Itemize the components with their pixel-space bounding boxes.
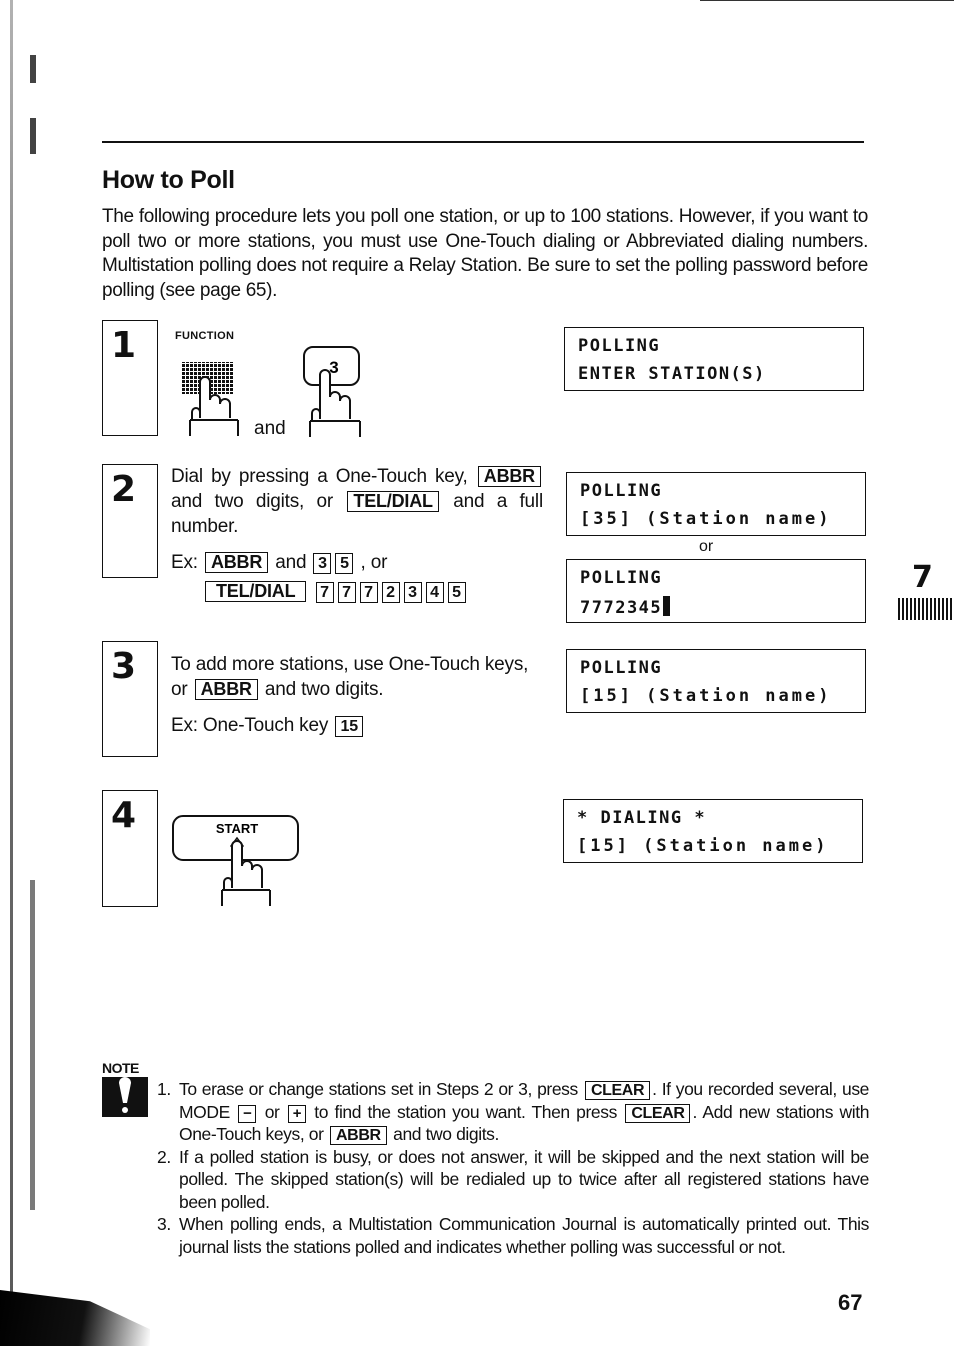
- scan-rule: [700, 0, 954, 1]
- step-3-instructions: To add more stations, use One-Touch keys…: [171, 652, 543, 702]
- key-3-press-icon: 3: [303, 346, 361, 437]
- step-2-example-abbr: Ex: ABBR and 35 , or: [171, 550, 387, 575]
- digit-key: 7: [359, 582, 378, 603]
- function-key-press-icon: [182, 362, 239, 436]
- step-1-number: 1: [111, 325, 137, 366]
- lcd-line-1: POLLING: [580, 658, 663, 678]
- lcd-display-step-1: POLLING ENTER STATION(S): [564, 327, 864, 391]
- abbr-key: ABBR: [477, 466, 541, 487]
- step-2-text: Dial by pressing a One-Touch key,: [171, 466, 468, 487]
- note-text: and two digits.: [393, 1124, 499, 1144]
- step-2-box: 2: [102, 464, 158, 578]
- scan-mark: [30, 880, 35, 1210]
- page-title: How to Poll: [102, 166, 235, 194]
- digit-key: 7: [337, 582, 356, 603]
- page-number: 67: [838, 1290, 863, 1315]
- note-item-number: 2.: [157, 1146, 171, 1167]
- intro-paragraph: The following procedure lets you poll on…: [102, 206, 868, 301]
- step-3-box: 3: [102, 641, 158, 757]
- digit-key: 5: [335, 553, 354, 574]
- scan-mark: [30, 55, 36, 83]
- note-item-number: 1.: [157, 1079, 171, 1099]
- chapter-number: 7: [912, 560, 933, 595]
- clear-key: CLEAR: [625, 1103, 691, 1123]
- note-label: NOTE: [102, 1060, 139, 1076]
- note-item-number: 3.: [157, 1214, 171, 1234]
- and-label: and: [254, 418, 286, 439]
- chapter-tab-marker: [898, 598, 954, 620]
- or-label: or: [699, 538, 714, 555]
- lcd-display-step-2a: POLLING [35] (Station name): [566, 472, 866, 536]
- tel-dial-key: TEL/DIAL: [205, 581, 307, 602]
- lcd-line-1: POLLING: [580, 481, 663, 501]
- note-item: 2. If a polled station is busy, or does …: [155, 1146, 869, 1214]
- abbr-key: ABBR: [194, 679, 258, 700]
- note-text: to find the station you want. Then press: [314, 1101, 617, 1122]
- abbr-key: ABBR: [330, 1126, 387, 1145]
- start-key-press-icon: START: [172, 815, 299, 906]
- lcd-number: 7772345: [580, 598, 663, 618]
- lcd-line-2: [15] (Station name): [580, 686, 832, 706]
- note-list: 1. To erase or change stations set in St…: [155, 1078, 869, 1258]
- section-rule: [102, 141, 864, 143]
- lcd-line-1: POLLING: [578, 336, 661, 356]
- binding-edge: [10, 0, 13, 1346]
- example-label: Ex:: [171, 552, 198, 573]
- lcd-cursor: [663, 596, 671, 616]
- lcd-display-step-4: * DIALING * [15] (Station name): [563, 799, 863, 863]
- step-3-number: 3: [111, 646, 137, 687]
- start-key-label: START: [216, 821, 258, 836]
- note-text: or: [264, 1101, 280, 1122]
- example-label: Ex: One-Touch key: [171, 715, 329, 736]
- binding-shadow: [0, 1290, 150, 1346]
- digit-key: 3: [403, 582, 422, 603]
- scan-mark: [30, 118, 36, 154]
- note-item: 1. To erase or change stations set in St…: [155, 1078, 869, 1146]
- step-4-box: 4: [102, 790, 158, 907]
- step-3-example: Ex: One-Touch key 15: [171, 713, 365, 738]
- lcd-display-step-3: POLLING [15] (Station name): [566, 649, 866, 713]
- step-2-number: 2: [111, 469, 137, 510]
- note-item: 3. When polling ends, a Multistation Com…: [155, 1213, 869, 1258]
- step-4-number: 4: [111, 795, 137, 836]
- digit-key: 2: [381, 582, 400, 603]
- lcd-line-2: 7772345: [580, 596, 671, 618]
- lcd-line-2: [15] (Station name): [577, 836, 829, 856]
- tel-dial-key: TEL/DIAL: [347, 491, 439, 512]
- or-label: , or: [360, 552, 388, 573]
- plus-key: +: [287, 1104, 306, 1123]
- lcd-line-1: POLLING: [580, 568, 663, 588]
- lcd-line-2: [35] (Station name): [580, 509, 832, 529]
- and-label: and: [275, 552, 307, 573]
- step-2-instructions: Dial by pressing a One-Touch key, ABBR a…: [171, 464, 543, 539]
- function-key-label: FUNCTION: [175, 330, 235, 342]
- lcd-line-2: ENTER STATION(S): [578, 364, 766, 384]
- clear-key: CLEAR: [585, 1081, 651, 1100]
- step-3-text: and two digits.: [264, 679, 384, 700]
- lcd-display-step-2b: POLLING 7772345: [566, 559, 866, 623]
- digit-key: 3: [313, 553, 332, 574]
- abbr-key: ABBR: [204, 552, 269, 573]
- digit-key: 4: [425, 582, 444, 603]
- lcd-line-1: * DIALING *: [577, 808, 707, 828]
- digit-key: 7: [315, 582, 334, 603]
- note-text: If a polled station is busy, or does not…: [179, 1146, 869, 1212]
- step-1-box: 1: [102, 320, 158, 436]
- exclamation-icon: [102, 1077, 148, 1117]
- step-2-text: and two digits, or: [171, 491, 333, 512]
- minus-key: −: [238, 1104, 257, 1123]
- one-touch-key-15: 15: [335, 716, 364, 737]
- note-text: When polling ends, a Multistation Commun…: [179, 1214, 869, 1257]
- digit-key: 5: [447, 582, 466, 603]
- step-2-example-tel: TEL/DIAL 7772345: [203, 579, 468, 604]
- note-text: To erase or change stations set in Steps…: [179, 1079, 578, 1099]
